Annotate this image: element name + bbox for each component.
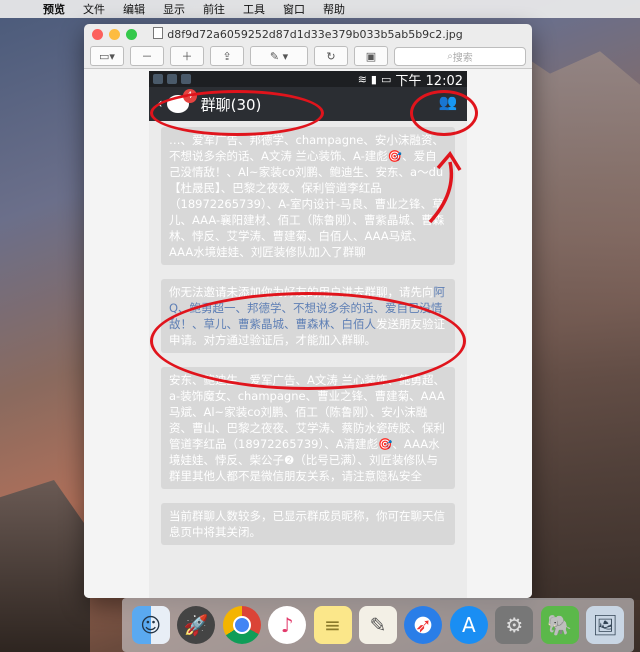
chrome-icon[interactable] xyxy=(222,606,261,644)
menu-help[interactable]: 帮助 xyxy=(314,1,354,17)
preview-icon[interactable]: 🖼 xyxy=(586,606,625,644)
document-icon xyxy=(153,27,164,39)
menu-edit[interactable]: 编辑 xyxy=(114,1,154,17)
menu-view[interactable]: 显示 xyxy=(154,1,194,17)
preferences-icon[interactable]: ⚙ xyxy=(495,606,534,644)
phone-status-bar: ≋ ▮ ▭ 下午 12:02 xyxy=(149,71,467,89)
system-message-joined: …、爱军广告、邦德学、champagne、安小沫融资、不想说多余的话、A文涛 兰… xyxy=(161,127,455,265)
sidebar-toggle-button[interactable]: ▭▾ xyxy=(90,46,124,66)
chat-bubble-icon: 4 xyxy=(166,89,197,113)
preview-window: d8f9d72a6059252d87d1d33e379b033b5ab5b9c2… xyxy=(84,24,532,598)
title-bar[interactable]: d8f9d72a6059252d87d1d33e379b033b5ab5b9c2… xyxy=(84,24,532,44)
menu-preview[interactable]: 预览 xyxy=(34,1,74,17)
launchpad-icon[interactable]: 🚀 xyxy=(177,606,216,644)
wifi-icon: ≋ xyxy=(357,72,367,86)
share-button[interactable]: ⇪ xyxy=(210,46,244,66)
menu-tools[interactable]: 工具 xyxy=(234,1,274,17)
system-message-privacy: 安东、鲍迪生、爱军广告、A文涛 兰心装饰、鲍勇超、a-装饰魔女、champagn… xyxy=(161,367,455,489)
dock: ☺ 🚀 ♪ ≡ ✎ ➶ A ⚙ 🐘 🖼 xyxy=(122,598,634,652)
phone-screenshot: ≋ ▮ ▭ 下午 12:02 ‹ 4 群聊(30) 👥 …、爱军广告、邦德学、c… xyxy=(149,71,467,598)
zoom-icon[interactable] xyxy=(126,28,137,40)
group-members-icon[interactable]: 👥 xyxy=(437,93,459,113)
unread-badge: 4 xyxy=(182,89,197,103)
itunes-icon[interactable]: ♪ xyxy=(268,606,307,644)
appstore-icon[interactable]: A xyxy=(449,606,488,644)
signal-icon: ▮ xyxy=(370,72,377,86)
image-icon xyxy=(167,74,177,84)
toolbox-button[interactable]: ▣ xyxy=(354,46,388,66)
minimize-icon[interactable] xyxy=(109,28,120,40)
chat-title: 群聊(30) xyxy=(200,95,262,114)
close-icon[interactable] xyxy=(92,28,103,40)
window-title: d8f9d72a6059252d87d1d33e379b033b5ab5b9c2… xyxy=(84,27,532,41)
rotate-button[interactable]: ↻ xyxy=(314,46,348,66)
zoom-in-button[interactable]: ＋ xyxy=(170,46,204,66)
menu-file[interactable]: 文件 xyxy=(74,1,114,17)
system-message-nickname: 当前群聊人数较多，已显示群成员昵称，你可在聊天信息页中将其关闭。 xyxy=(161,503,455,545)
system-message-invite-failed: 你无法邀请未添加你为好友的用户进去群聊，请先向阿Q、鲍勇超一、邦德学、不想说多余… xyxy=(161,279,455,353)
battery-icon: ▭ xyxy=(380,72,392,86)
evernote-icon[interactable]: 🐘 xyxy=(540,606,579,644)
textedit-icon[interactable]: ✎ xyxy=(358,606,397,644)
status-time: 下午 12:02 xyxy=(395,73,463,89)
chat-nav-bar: ‹ 4 群聊(30) 👥 xyxy=(149,87,467,121)
image-canvas: ≋ ▮ ▭ 下午 12:02 ‹ 4 群聊(30) 👥 …、爱军广告、邦德学、c… xyxy=(84,69,532,598)
zoom-out-button[interactable]: － xyxy=(130,46,164,66)
desktop-mountain-left xyxy=(0,480,90,652)
app-icon xyxy=(153,74,163,84)
markup-button[interactable]: ✎ ▾ xyxy=(250,46,308,66)
notification-icon xyxy=(181,74,191,84)
search-field[interactable]: ⌕ 搜索 xyxy=(394,46,526,66)
menu-window[interactable]: 窗口 xyxy=(274,1,314,17)
safari-icon[interactable]: ➶ xyxy=(404,606,443,644)
toolbar: ▭▾ － ＋ ⇪ ✎ ▾ ↻ ▣ ⌕ 搜索 xyxy=(84,44,532,69)
notes-icon[interactable]: ≡ xyxy=(313,606,352,644)
menu-go[interactable]: 前往 xyxy=(194,1,234,17)
menubar: 预览 文件 编辑 显示 前往 工具 窗口 帮助 xyxy=(0,0,640,18)
back-icon[interactable]: ‹ xyxy=(149,96,163,112)
finder-icon[interactable]: ☺ xyxy=(131,606,170,644)
